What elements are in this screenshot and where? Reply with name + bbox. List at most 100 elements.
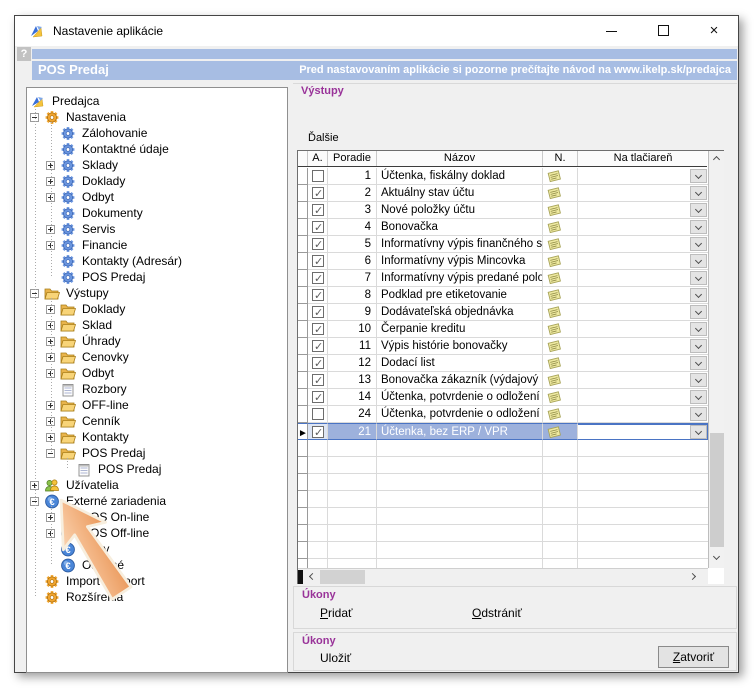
scroll-left-icon[interactable] bbox=[304, 569, 320, 584]
printer-cell[interactable] bbox=[578, 372, 709, 389]
active-checkbox[interactable]: ✓ bbox=[312, 187, 324, 199]
active-checkbox[interactable]: ✓ bbox=[312, 221, 324, 233]
row-selector[interactable] bbox=[298, 304, 308, 321]
tree-item-odbyt[interactable]: Odbyt bbox=[27, 189, 287, 205]
active-checkbox[interactable]: ✓ bbox=[312, 306, 324, 318]
active-checkbox[interactable]: ✓ bbox=[312, 238, 324, 250]
column-header-4[interactable]: N. bbox=[543, 151, 578, 166]
table-row[interactable]: ✓9Dodávateľská objednávka bbox=[298, 304, 707, 321]
scroll-right-icon[interactable] bbox=[686, 569, 702, 584]
tree-item-nastavenia[interactable]: Nastavenia bbox=[27, 109, 287, 125]
row-selector[interactable] bbox=[298, 253, 308, 270]
tree-item-v-stupy[interactable]: Výstupy bbox=[27, 285, 287, 301]
row-selector[interactable] bbox=[298, 270, 308, 287]
tree-item-kontakty[interactable]: Kontakty bbox=[27, 429, 287, 445]
active-checkbox[interactable]: ✓ bbox=[312, 357, 324, 369]
row-selector[interactable] bbox=[298, 355, 308, 372]
close-button[interactable]: × bbox=[692, 16, 736, 46]
printer-dropdown-button[interactable] bbox=[690, 186, 707, 200]
tree-item-predajca[interactable]: Predajca bbox=[27, 93, 287, 109]
printer-cell[interactable] bbox=[578, 168, 709, 185]
table-row[interactable]: ✓13Bonovačka zákazník (výdajový lís bbox=[298, 372, 707, 389]
save-button[interactable]: Uložiť bbox=[320, 651, 351, 665]
scroll-up-icon[interactable] bbox=[709, 151, 725, 167]
active-checkbox[interactable]: ✓ bbox=[312, 323, 324, 335]
tree-item-pos-predaj[interactable]: POS Predaj bbox=[27, 269, 287, 285]
active-checkbox[interactable]: ✓ bbox=[312, 255, 324, 267]
table-row[interactable]: 24Účtenka, potvrdenie o odložení - p bbox=[298, 406, 707, 423]
tree-item-cenn-k[interactable]: Cenník bbox=[27, 413, 287, 429]
row-selector[interactable]: ► bbox=[298, 423, 308, 440]
help-button[interactable]: ? bbox=[17, 47, 31, 61]
printer-cell[interactable] bbox=[578, 389, 709, 406]
horizontal-scrollbar[interactable] bbox=[298, 568, 708, 584]
active-checkbox[interactable] bbox=[312, 408, 324, 420]
printer-cell[interactable] bbox=[578, 253, 709, 270]
row-selector[interactable] bbox=[298, 236, 308, 253]
printer-cell[interactable] bbox=[578, 338, 709, 355]
tree-item-doklady[interactable]: Doklady bbox=[27, 301, 287, 317]
printer-cell[interactable] bbox=[578, 423, 709, 440]
tree-item-u-vatelia[interactable]: Užívatelia bbox=[27, 477, 287, 493]
column-header-3[interactable]: Názov bbox=[377, 151, 543, 166]
tree-item-pos-predaj[interactable]: POS Predaj bbox=[27, 461, 287, 477]
tree-item-servis[interactable]: Servis bbox=[27, 221, 287, 237]
scroll-down-icon[interactable] bbox=[709, 551, 725, 567]
table-row[interactable]: ✓14Účtenka, potvrdenie o odložení bbox=[298, 389, 707, 406]
row-selector[interactable] bbox=[298, 372, 308, 389]
printer-dropdown-button[interactable] bbox=[690, 203, 707, 217]
printer-dropdown-button[interactable] bbox=[690, 254, 707, 268]
active-checkbox[interactable]: ✓ bbox=[312, 426, 324, 438]
printer-cell[interactable] bbox=[578, 185, 709, 202]
column-header-5[interactable]: Na tlačiareň bbox=[578, 151, 709, 166]
tree-item-sklady[interactable]: Sklady bbox=[27, 157, 287, 173]
close-dialog-button[interactable]: Zatvoriť bbox=[658, 646, 729, 668]
column-header-2[interactable]: Poradie bbox=[328, 151, 377, 166]
add-button[interactable]: Pridať bbox=[320, 606, 353, 620]
printer-cell[interactable] bbox=[578, 236, 709, 253]
row-selector[interactable] bbox=[298, 406, 308, 423]
active-checkbox[interactable]: ✓ bbox=[312, 391, 324, 403]
row-selector[interactable] bbox=[298, 321, 308, 338]
tree-item-dokumenty[interactable]: Dokumenty bbox=[27, 205, 287, 221]
maximize-button[interactable] bbox=[642, 16, 686, 46]
table-row[interactable]: ✓3Nové položky účtu bbox=[298, 202, 707, 219]
printer-dropdown-button[interactable] bbox=[690, 322, 707, 336]
printer-dropdown-button[interactable] bbox=[690, 169, 707, 183]
printer-dropdown-button[interactable] bbox=[690, 356, 707, 370]
table-row[interactable]: ✓7Informatívny výpis predané položk bbox=[298, 270, 707, 287]
table-row[interactable]: ✓10Čerpanie kreditu bbox=[298, 321, 707, 338]
row-selector[interactable] bbox=[298, 219, 308, 236]
row-selector[interactable] bbox=[298, 202, 308, 219]
row-selector[interactable] bbox=[298, 338, 308, 355]
row-selector[interactable] bbox=[298, 168, 308, 185]
printer-cell[interactable] bbox=[578, 355, 709, 372]
printer-cell[interactable] bbox=[578, 287, 709, 304]
printer-dropdown-button[interactable] bbox=[690, 288, 707, 302]
printer-cell[interactable] bbox=[578, 304, 709, 321]
printer-dropdown-button[interactable] bbox=[690, 305, 707, 319]
table-row[interactable]: ✓12Dodací list bbox=[298, 355, 707, 372]
active-checkbox[interactable]: ✓ bbox=[312, 374, 324, 386]
tree-item-roz-renia[interactable]: Rozšírenia bbox=[27, 589, 287, 605]
tree-item-odbyt[interactable]: Odbyt bbox=[27, 365, 287, 381]
table-row[interactable]: ✓11Výpis histórie bonovačky bbox=[298, 338, 707, 355]
printer-dropdown-button[interactable] bbox=[690, 339, 707, 353]
table-row[interactable]: ✓2Aktuálny stav účtu bbox=[298, 185, 707, 202]
minimize-button[interactable] bbox=[590, 16, 634, 46]
printer-cell[interactable] bbox=[578, 321, 709, 338]
printer-cell[interactable] bbox=[578, 219, 709, 236]
table-row[interactable]: ►✓21Účtenka, bez ERP / VPR bbox=[298, 423, 707, 440]
active-checkbox[interactable]: ✓ bbox=[312, 204, 324, 216]
printer-cell[interactable] bbox=[578, 406, 709, 423]
row-selector[interactable] bbox=[298, 389, 308, 406]
printer-dropdown-button[interactable] bbox=[690, 220, 707, 234]
table-row[interactable]: 1Účtenka, fiskálny doklad bbox=[298, 168, 707, 185]
vertical-scroll-thumb[interactable] bbox=[710, 433, 724, 547]
table-row[interactable]: ✓4Bonovačka bbox=[298, 219, 707, 236]
tree-item-off-line[interactable]: OFF-line bbox=[27, 397, 287, 413]
table-row[interactable]: ✓5Informatívny výpis finančného sta bbox=[298, 236, 707, 253]
active-checkbox[interactable]: ✓ bbox=[312, 289, 324, 301]
tree-item-kontakty-adres-r-[interactable]: Kontakty (Adresár) bbox=[27, 253, 287, 269]
table-row[interactable]: ✓8Podklad pre etiketovanie bbox=[298, 287, 707, 304]
